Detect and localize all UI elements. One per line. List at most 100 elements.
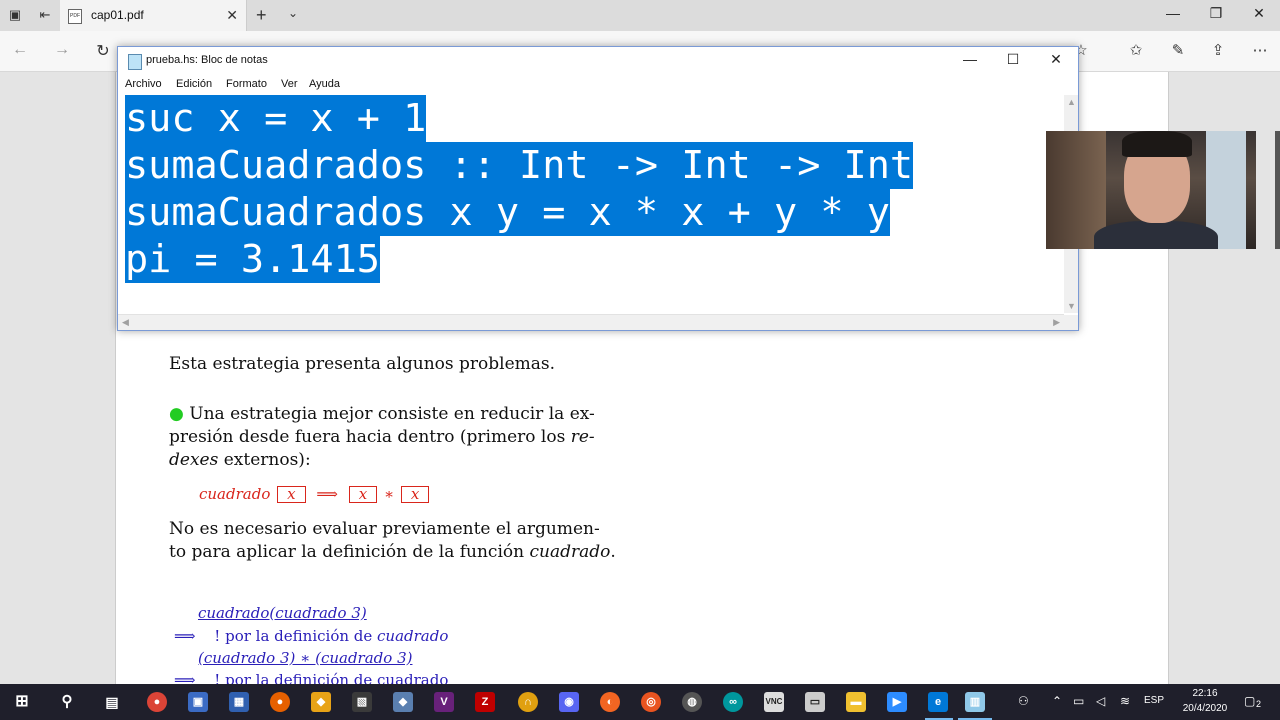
clock[interactable]: 22:16 20/4/2020 <box>1170 686 1240 716</box>
refresh-icon[interactable]: ↻ <box>91 41 115 61</box>
notepad-title: prueba.hs: Bloc de notas <box>146 54 268 66</box>
browser-tab-bar: ▣ ⇤ PDF cap01.pdf ✕ + ⌄ — ❐ ✕ <box>0 0 1280 31</box>
discord-icon[interactable]: ◉ <box>559 692 579 712</box>
new-tab-icon[interactable]: + <box>256 5 267 26</box>
back-icon[interactable]: ← <box>8 41 32 59</box>
menu-ver[interactable]: Ver <box>281 78 298 90</box>
language-indicator[interactable]: ESP <box>1144 695 1164 706</box>
tab-actions-icon[interactable]: ▣ <box>6 6 24 24</box>
derivation-step-1: ⟹ ! por la definición de cuadrado <box>174 625 448 647</box>
more-icon[interactable]: ⋯ <box>1248 41 1272 59</box>
scroll-left-icon[interactable]: ◀ <box>122 317 129 328</box>
pdf-formula: cuadrado x ⟹ x ∗ x <box>199 483 431 506</box>
webcam-edge-strip <box>1275 131 1280 249</box>
notepad-maximize-icon[interactable]: ☐ <box>993 51 1033 68</box>
pdf-paragraph: Esta estrategia presenta algunos problem… <box>169 354 556 374</box>
task-view-icon[interactable]: ▤ <box>102 692 122 712</box>
menu-edicion[interactable]: Edición <box>176 78 212 90</box>
bullet-line-3: externos): <box>218 450 311 470</box>
app-icon-1[interactable]: ▣ <box>188 692 208 712</box>
menu-ayuda[interactable]: Ayuda <box>309 78 340 90</box>
notepad-minimize-icon[interactable]: — <box>950 51 990 67</box>
tab-title: cap01.pdf <box>91 8 144 22</box>
webcam-person-hair <box>1122 131 1192 157</box>
visual-studio-icon[interactable]: V <box>434 692 454 712</box>
minimize-icon[interactable]: — <box>1163 5 1183 21</box>
pen-icon[interactable]: ✎ <box>1166 41 1190 59</box>
close-tab-icon[interactable]: ✕ <box>226 7 238 24</box>
derivation-step-2: ⟹ ! por la definición de cuadrado <box>174 669 448 684</box>
gitlab-icon[interactable]: ◐ <box>600 692 620 712</box>
para2-function: cuadrado <box>529 542 611 562</box>
para2-line-2: to para aplicar la definición de la func… <box>169 542 530 562</box>
share-icon[interactable]: ⇪ <box>1206 41 1230 59</box>
file-explorer-icon[interactable]: ▬ <box>846 692 866 712</box>
formula-function: cuadrado <box>199 485 271 503</box>
menu-formato[interactable]: Formato <box>226 78 267 90</box>
derivation-line-1: cuadrado(cuadrado 3) <box>198 604 367 622</box>
derivation-step-1-text: ! por la definición de <box>214 627 378 645</box>
webcam-video <box>1046 131 1256 249</box>
filezilla-icon[interactable]: Z <box>475 692 495 712</box>
edge-icon[interactable]: e <box>928 692 948 712</box>
headset-icon[interactable]: ∩ <box>518 692 538 712</box>
derivation-line-2: (cuadrado 3) ∗ (cuadrado 3) <box>198 649 413 667</box>
para2-end: . <box>610 542 616 562</box>
close-window-icon[interactable]: ✕ <box>1249 5 1269 22</box>
notepad-window[interactable]: prueba.hs: Bloc de notas — ☐ ✕ Archivo E… <box>117 46 1079 331</box>
maximize-icon[interactable]: ❐ <box>1206 5 1226 22</box>
tool-icon[interactable]: ▧ <box>352 692 372 712</box>
chrome-icon[interactable]: ● <box>147 692 167 712</box>
horizontal-scrollbar[interactable]: ◀ ▶ <box>118 314 1064 330</box>
arduino-icon[interactable]: ∞ <box>723 692 743 712</box>
forward-icon[interactable]: → <box>50 41 74 59</box>
firefox-icon[interactable]: ● <box>270 692 290 712</box>
formula-arrow: ⟹ <box>316 485 338 503</box>
people-icon[interactable]: ⚇ <box>1018 694 1029 708</box>
code-line-4[interactable]: pi = 3.1415 <box>125 236 380 283</box>
notepad-titlebar[interactable]: prueba.hs: Bloc de notas — ☐ ✕ <box>118 47 1078 75</box>
search-icon[interactable]: ⚲ <box>57 692 77 712</box>
tab-cap01[interactable]: PDF cap01.pdf ✕ <box>60 0 247 31</box>
derivation-arrow-icon-2: ⟹ <box>174 671 196 684</box>
cube-icon[interactable]: ◆ <box>393 692 413 712</box>
lock-icon[interactable]: ◍ <box>682 692 702 712</box>
notepad-icon <box>128 54 142 70</box>
code-line-2[interactable]: sumaCuadrados :: Int -> Int -> Int <box>125 142 914 189</box>
notepad-editor[interactable]: suc x = x + 1 sumaCuadrados :: Int -> In… <box>118 95 1064 313</box>
notepad-taskbar-icon[interactable]: ▥ <box>965 692 985 712</box>
bullet-line-3-em: dexes <box>169 450 219 470</box>
menu-archivo[interactable]: Archivo <box>125 78 162 90</box>
volume-icon[interactable]: ◁ <box>1096 694 1105 708</box>
set-aside-tabs-icon[interactable]: ⇤ <box>36 6 54 24</box>
battery-icon[interactable]: ▭ <box>1073 694 1084 708</box>
network-app-icon[interactable]: ▦ <box>229 692 249 712</box>
formula-box-2: x <box>348 486 378 503</box>
code-line-3[interactable]: sumaCuadrados x y = x * x + y * y <box>125 189 890 236</box>
formula-box-3: x <box>400 486 430 503</box>
bullet-line-2-em: re- <box>570 427 595 447</box>
vnc-icon[interactable]: VNC <box>764 692 784 712</box>
clock-date: 20/4/2020 <box>1182 703 1228 714</box>
zoom-icon[interactable]: ▶ <box>887 692 907 712</box>
favorites-icon[interactable]: ✩ <box>1124 41 1148 59</box>
code-line-1[interactable]: suc x = x + 1 <box>125 95 427 142</box>
resize-grip-icon[interactable] <box>1064 315 1078 330</box>
para2-line-1: No es necesario evaluar previamente el a… <box>169 519 600 539</box>
ubuntu-icon[interactable]: ◎ <box>641 692 661 712</box>
clock-time: 22:16 <box>1192 688 1218 699</box>
notepad-close-icon[interactable]: ✕ <box>1036 51 1076 68</box>
package-icon[interactable]: ◆ <box>311 692 331 712</box>
window-app-icon[interactable]: ▭ <box>805 692 825 712</box>
tray-chevron-icon[interactable]: ⌃ <box>1052 694 1062 708</box>
scroll-up-icon[interactable]: ▲ <box>1067 97 1076 107</box>
windows-start-icon[interactable]: ⊞ <box>12 692 32 712</box>
notifications-icon[interactable]: ▢ <box>1244 694 1255 708</box>
bullet-icon: ● <box>169 404 184 424</box>
scroll-right-icon[interactable]: ▶ <box>1053 317 1060 328</box>
chevron-down-icon[interactable]: ⌄ <box>288 6 298 20</box>
scroll-down-icon[interactable]: ▼ <box>1067 301 1076 311</box>
wifi-icon[interactable]: ≋ <box>1120 694 1130 708</box>
derivation-step-2-text: ! por la definición de cuadrado <box>214 671 449 684</box>
windows-taskbar: ⊞ ⚲ ▤ ● ▣ ▦ ● ◆ ▧ ◆ V Z ∩ ◉ ◐ ◎ ◍ ∞ VNC … <box>0 684 1280 720</box>
